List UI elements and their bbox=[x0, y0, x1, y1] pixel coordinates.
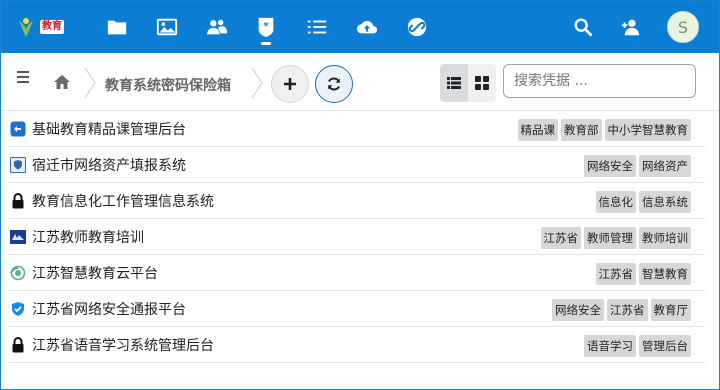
tag-group: 江苏省 教师管理 教师培训 bbox=[540, 227, 691, 249]
active-tab-indicator bbox=[261, 42, 271, 45]
toolbar: 教育系统密码保险箱 bbox=[1, 53, 719, 111]
search-input[interactable] bbox=[503, 64, 696, 98]
grid-view-icon bbox=[475, 76, 489, 90]
list-view-icon bbox=[447, 77, 461, 89]
top-navigation-bar: 教育 * S bbox=[1, 1, 719, 53]
view-mode-toggle bbox=[440, 64, 496, 102]
tag[interactable]: 江苏省 bbox=[607, 299, 648, 321]
item-title: 江苏省网络安全通报平台 bbox=[32, 301, 186, 318]
tag-group: 江苏省 智慧教育 bbox=[595, 263, 691, 285]
tag[interactable]: 网络安全 bbox=[584, 155, 636, 177]
list-item[interactable]: 宿迁市网络资产填报系统 网络安全 网络资产 bbox=[7, 147, 705, 183]
users-icon[interactable] bbox=[205, 15, 229, 39]
lock-icon bbox=[10, 192, 26, 209]
breadcrumb-separator-icon bbox=[83, 67, 97, 99]
tag[interactable]: 信息化 bbox=[595, 191, 636, 213]
cloud-ring-icon bbox=[10, 265, 26, 281]
shield-check-icon bbox=[10, 301, 26, 317]
tag[interactable]: 智慧教育 bbox=[639, 263, 691, 285]
app-logo[interactable]: 教育 bbox=[15, 14, 64, 40]
item-title: 教育信息化工作管理信息系统 bbox=[32, 193, 214, 210]
breadcrumb-separator-icon bbox=[250, 67, 264, 99]
tag[interactable]: 精品课 bbox=[517, 119, 558, 141]
app-window: 教育 * S 教育系统密码保险箱 搜索凭据 ... 基础教育精品课管理后台 精品… bbox=[0, 0, 720, 390]
logo-text: 教育 bbox=[40, 20, 64, 34]
tag[interactable]: 网络安全 bbox=[552, 299, 604, 321]
breadcrumb-title[interactable]: 教育系统密码保险箱 bbox=[105, 75, 231, 95]
item-title: 江苏智慧教育云平台 bbox=[32, 265, 158, 282]
credential-list: 基础教育精品课管理后台 精品课 教育部 中小学智慧教育 宿迁市网络资产填报系统 … bbox=[7, 111, 705, 363]
tag[interactable]: 语音学习 bbox=[584, 335, 636, 357]
vault-icon[interactable]: * bbox=[254, 15, 278, 39]
item-title: 江苏省语音学习系统管理后台 bbox=[32, 337, 214, 354]
image-icon[interactable] bbox=[155, 15, 179, 39]
logo-mark-icon bbox=[15, 15, 37, 39]
user-add-icon[interactable] bbox=[619, 15, 643, 39]
plus-icon bbox=[284, 78, 296, 90]
tag[interactable]: 管理后台 bbox=[639, 335, 691, 357]
tag[interactable]: 教育厅 bbox=[650, 299, 691, 321]
item-title: 宿迁市网络资产填报系统 bbox=[32, 157, 186, 174]
tag[interactable]: 江苏省 bbox=[540, 227, 581, 249]
folder-icon[interactable] bbox=[105, 15, 129, 39]
list-item[interactable]: 江苏省语音学习系统管理后台 语音学习 管理后台 bbox=[7, 327, 705, 363]
list-icon[interactable] bbox=[305, 15, 329, 39]
list-view-button[interactable] bbox=[440, 64, 468, 102]
tag[interactable]: 教育部 bbox=[561, 119, 602, 141]
list-item[interactable]: 江苏智慧教育云平台 江苏省 智慧教育 bbox=[7, 255, 705, 291]
cloud-upload-icon[interactable] bbox=[355, 15, 379, 39]
tag-group: 网络安全 江苏省 教育厅 bbox=[552, 299, 691, 321]
link-icon[interactable] bbox=[405, 15, 429, 39]
search-icon[interactable] bbox=[571, 15, 595, 39]
home-icon[interactable] bbox=[53, 73, 71, 91]
refresh-button[interactable] bbox=[315, 65, 353, 103]
tag[interactable]: 信息系统 bbox=[639, 191, 691, 213]
user-avatar[interactable]: S bbox=[667, 11, 699, 43]
add-button[interactable] bbox=[271, 65, 309, 103]
tag-group: 网络安全 网络资产 bbox=[584, 155, 691, 177]
tag[interactable]: 网络资产 bbox=[639, 155, 691, 177]
lock-icon bbox=[10, 336, 26, 353]
shield-site-icon bbox=[10, 156, 26, 173]
tag[interactable]: 教师管理 bbox=[584, 227, 636, 249]
tag[interactable]: 江苏省 bbox=[595, 263, 636, 285]
hamburger-menu-icon[interactable] bbox=[15, 68, 33, 86]
item-title: 江苏教师教育培训 bbox=[32, 229, 144, 246]
grid-view-button[interactable] bbox=[468, 64, 496, 102]
ke-logo-icon bbox=[10, 121, 26, 137]
list-item[interactable]: 基础教育精品课管理后台 精品课 教育部 中小学智慧教育 bbox=[7, 111, 705, 147]
svg-text:*: * bbox=[263, 21, 269, 32]
tag-group: 精品课 教育部 中小学智慧教育 bbox=[517, 119, 691, 141]
list-item[interactable]: 江苏省网络安全通报平台 网络安全 江苏省 教育厅 bbox=[7, 291, 705, 327]
tag-group: 语音学习 管理后台 bbox=[584, 335, 691, 357]
refresh-icon bbox=[328, 77, 340, 91]
tag[interactable]: 教师培训 bbox=[639, 227, 691, 249]
list-item[interactable]: 教育信息化工作管理信息系统 信息化 信息系统 bbox=[7, 183, 705, 219]
item-title: 基础教育精品课管理后台 bbox=[32, 121, 186, 138]
list-item[interactable]: 江苏教师教育培训 江苏省 教师管理 教师培训 bbox=[7, 219, 705, 255]
tag[interactable]: 中小学智慧教育 bbox=[604, 119, 691, 141]
jsjs-logo-icon bbox=[10, 229, 26, 245]
tag-group: 信息化 信息系统 bbox=[595, 191, 691, 213]
